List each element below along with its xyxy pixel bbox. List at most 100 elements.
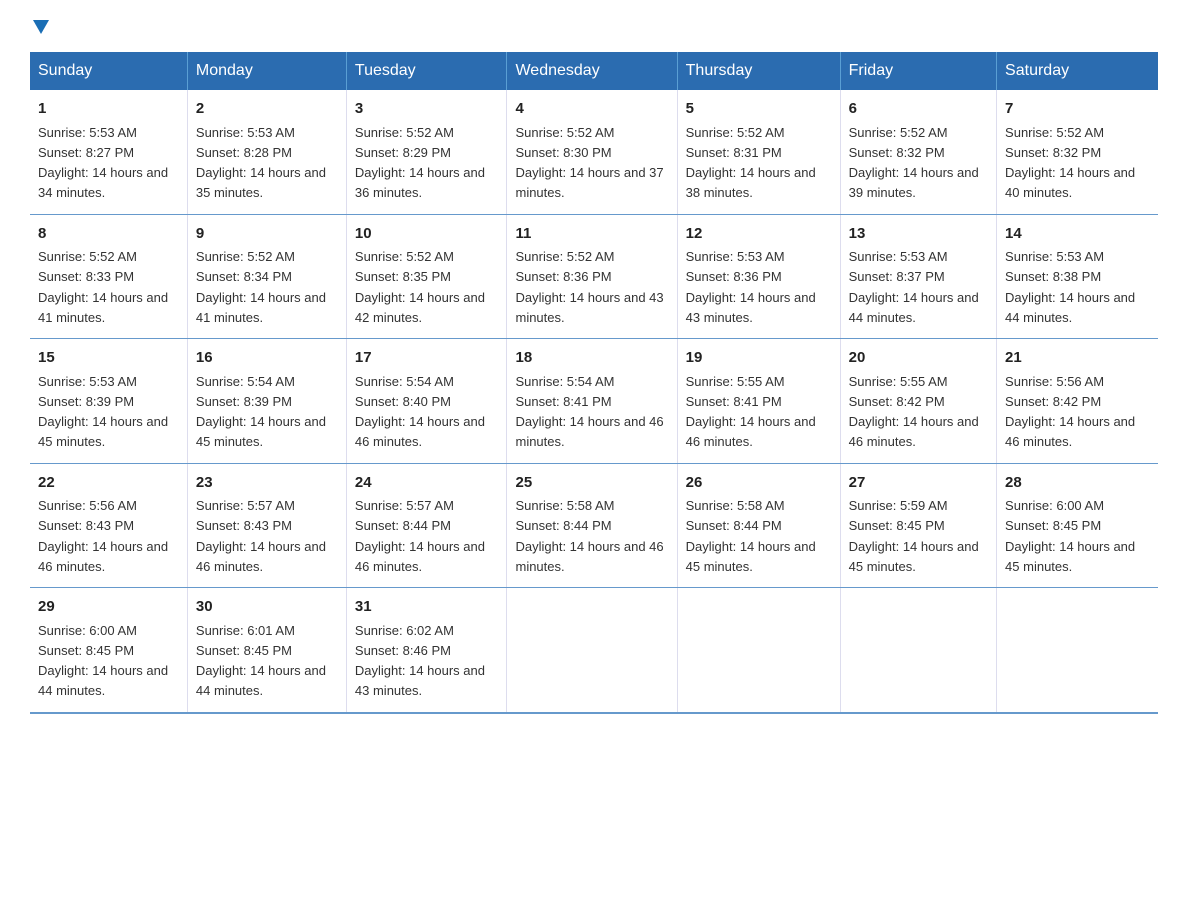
day-number: 22 bbox=[38, 472, 179, 495]
calendar-cell: 30 Sunrise: 6:01 AMSunset: 8:45 PMDayligh… bbox=[187, 588, 346, 713]
day-info: Sunrise: 5:53 AMSunset: 8:27 PMDaylight:… bbox=[38, 125, 168, 201]
day-number: 2 bbox=[196, 98, 338, 121]
calendar-cell: 26 Sunrise: 5:58 AMSunset: 8:44 PMDayligh… bbox=[677, 463, 840, 588]
calendar-cell: 27Sunrise: 5:59 AMSunset: 8:45 PMDayligh… bbox=[840, 463, 996, 588]
day-number: 31 bbox=[355, 596, 499, 619]
day-number: 10 bbox=[355, 223, 499, 246]
calendar-cell: 18 Sunrise: 5:54 AMSunset: 8:41 PMDayligh… bbox=[507, 339, 677, 464]
calendar-cell: 10 Sunrise: 5:52 AMSunset: 8:35 PMDayligh… bbox=[346, 214, 507, 339]
calendar-cell: 24Sunrise: 5:57 AMSunset: 8:44 PMDayligh… bbox=[346, 463, 507, 588]
day-info: Sunrise: 5:54 AMSunset: 8:41 PMDaylight:… bbox=[515, 374, 663, 450]
day-number: 29 bbox=[38, 596, 179, 619]
day-number: 27 bbox=[849, 472, 988, 495]
day-info: Sunrise: 5:56 AMSunset: 8:42 PMDaylight:… bbox=[1005, 374, 1135, 450]
header-day-monday: Monday bbox=[187, 52, 346, 90]
calendar-cell: 4Sunrise: 5:52 AMSunset: 8:30 PMDaylight… bbox=[507, 90, 677, 214]
header-day-friday: Friday bbox=[840, 52, 996, 90]
calendar-cell: 12 Sunrise: 5:53 AMSunset: 8:36 PMDayligh… bbox=[677, 214, 840, 339]
calendar-cell: 25 Sunrise: 5:58 AMSunset: 8:44 PMDayligh… bbox=[507, 463, 677, 588]
day-number: 11 bbox=[515, 223, 668, 246]
header-day-tuesday: Tuesday bbox=[346, 52, 507, 90]
day-info: Sunrise: 5:53 AMSunset: 8:39 PMDaylight:… bbox=[38, 374, 168, 450]
day-number: 5 bbox=[686, 98, 832, 121]
calendar-cell: 17 Sunrise: 5:54 AMSunset: 8:40 PMDayligh… bbox=[346, 339, 507, 464]
day-info: Sunrise: 5:53 AMSunset: 8:36 PMDaylight:… bbox=[686, 249, 816, 325]
calendar-week-5: 29 Sunrise: 6:00 AMSunset: 8:45 PMDayligh… bbox=[30, 588, 1158, 713]
calendar-cell: 7Sunrise: 5:52 AMSunset: 8:32 PMDaylight… bbox=[997, 90, 1158, 214]
day-info: Sunrise: 6:02 AMSunset: 8:46 PMDaylight:… bbox=[355, 623, 485, 699]
calendar-cell: 31 Sunrise: 6:02 AMSunset: 8:46 PMDayligh… bbox=[346, 588, 507, 713]
header-day-saturday: Saturday bbox=[997, 52, 1158, 90]
calendar-week-4: 22 Sunrise: 5:56 AMSunset: 8:43 PMDayligh… bbox=[30, 463, 1158, 588]
day-info: Sunrise: 5:52 AMSunset: 8:29 PMDaylight:… bbox=[355, 125, 485, 201]
calendar-cell: 9 Sunrise: 5:52 AMSunset: 8:34 PMDaylight… bbox=[187, 214, 346, 339]
day-number: 4 bbox=[515, 98, 668, 121]
calendar-cell bbox=[997, 588, 1158, 713]
day-info: Sunrise: 6:01 AMSunset: 8:45 PMDaylight:… bbox=[196, 623, 326, 699]
logo bbox=[30, 20, 49, 34]
day-number: 6 bbox=[849, 98, 988, 121]
day-info: Sunrise: 5:52 AMSunset: 8:33 PMDaylight:… bbox=[38, 249, 168, 325]
day-number: 28 bbox=[1005, 472, 1150, 495]
calendar-cell: 6 Sunrise: 5:52 AMSunset: 8:32 PMDaylight… bbox=[840, 90, 996, 214]
calendar-cell: 22 Sunrise: 5:56 AMSunset: 8:43 PMDayligh… bbox=[30, 463, 187, 588]
calendar-body: 1Sunrise: 5:53 AMSunset: 8:27 PMDaylight… bbox=[30, 90, 1158, 713]
day-info: Sunrise: 5:56 AMSunset: 8:43 PMDaylight:… bbox=[38, 498, 168, 574]
day-info: Sunrise: 5:58 AMSunset: 8:44 PMDaylight:… bbox=[515, 498, 663, 574]
day-number: 3 bbox=[355, 98, 499, 121]
header-row: SundayMondayTuesdayWednesdayThursdayFrid… bbox=[30, 52, 1158, 90]
calendar-cell: 14Sunrise: 5:53 AMSunset: 8:38 PMDayligh… bbox=[997, 214, 1158, 339]
day-info: Sunrise: 5:52 AMSunset: 8:34 PMDaylight:… bbox=[196, 249, 326, 325]
day-number: 30 bbox=[196, 596, 338, 619]
day-number: 16 bbox=[196, 347, 338, 370]
day-info: Sunrise: 5:54 AMSunset: 8:40 PMDaylight:… bbox=[355, 374, 485, 450]
day-info: Sunrise: 5:53 AMSunset: 8:37 PMDaylight:… bbox=[849, 249, 979, 325]
calendar-cell: 8Sunrise: 5:52 AMSunset: 8:33 PMDaylight… bbox=[30, 214, 187, 339]
day-number: 17 bbox=[355, 347, 499, 370]
day-info: Sunrise: 5:54 AMSunset: 8:39 PMDaylight:… bbox=[196, 374, 326, 450]
day-info: Sunrise: 5:58 AMSunset: 8:44 PMDaylight:… bbox=[686, 498, 816, 574]
day-number: 25 bbox=[515, 472, 668, 495]
day-number: 20 bbox=[849, 347, 988, 370]
calendar-cell: 20 Sunrise: 5:55 AMSunset: 8:42 PMDayligh… bbox=[840, 339, 996, 464]
day-info: Sunrise: 5:57 AMSunset: 8:44 PMDaylight:… bbox=[355, 498, 485, 574]
calendar-cell: 1Sunrise: 5:53 AMSunset: 8:27 PMDaylight… bbox=[30, 90, 187, 214]
logo-triangle-icon bbox=[33, 20, 49, 34]
calendar-cell bbox=[840, 588, 996, 713]
day-number: 7 bbox=[1005, 98, 1150, 121]
day-info: Sunrise: 5:53 AMSunset: 8:38 PMDaylight:… bbox=[1005, 249, 1135, 325]
day-number: 13 bbox=[849, 223, 988, 246]
day-number: 12 bbox=[686, 223, 832, 246]
day-number: 9 bbox=[196, 223, 338, 246]
day-number: 21 bbox=[1005, 347, 1150, 370]
day-number: 19 bbox=[686, 347, 832, 370]
calendar-cell: 19 Sunrise: 5:55 AMSunset: 8:41 PMDayligh… bbox=[677, 339, 840, 464]
calendar-cell bbox=[507, 588, 677, 713]
calendar-table: SundayMondayTuesdayWednesdayThursdayFrid… bbox=[30, 52, 1158, 714]
day-info: Sunrise: 5:52 AMSunset: 8:36 PMDaylight:… bbox=[515, 249, 663, 325]
calendar-week-1: 1Sunrise: 5:53 AMSunset: 8:27 PMDaylight… bbox=[30, 90, 1158, 214]
calendar-cell: 29 Sunrise: 6:00 AMSunset: 8:45 PMDayligh… bbox=[30, 588, 187, 713]
calendar-cell: 23 Sunrise: 5:57 AMSunset: 8:43 PMDayligh… bbox=[187, 463, 346, 588]
calendar-header: SundayMondayTuesdayWednesdayThursdayFrid… bbox=[30, 52, 1158, 90]
day-info: Sunrise: 6:00 AMSunset: 8:45 PMDaylight:… bbox=[38, 623, 168, 699]
calendar-cell: 13 Sunrise: 5:53 AMSunset: 8:37 PMDayligh… bbox=[840, 214, 996, 339]
day-info: Sunrise: 5:53 AMSunset: 8:28 PMDaylight:… bbox=[196, 125, 326, 201]
calendar-cell: 2 Sunrise: 5:53 AMSunset: 8:28 PMDaylight… bbox=[187, 90, 346, 214]
day-number: 15 bbox=[38, 347, 179, 370]
day-number: 23 bbox=[196, 472, 338, 495]
page-header bbox=[30, 20, 1158, 34]
calendar-cell: 3 Sunrise: 5:52 AMSunset: 8:29 PMDaylight… bbox=[346, 90, 507, 214]
calendar-cell: 11 Sunrise: 5:52 AMSunset: 8:36 PMDayligh… bbox=[507, 214, 677, 339]
calendar-cell: 16 Sunrise: 5:54 AMSunset: 8:39 PMDayligh… bbox=[187, 339, 346, 464]
day-info: Sunrise: 5:52 AMSunset: 8:32 PMDaylight:… bbox=[849, 125, 979, 201]
calendar-week-2: 8Sunrise: 5:52 AMSunset: 8:33 PMDaylight… bbox=[30, 214, 1158, 339]
day-info: Sunrise: 5:52 AMSunset: 8:35 PMDaylight:… bbox=[355, 249, 485, 325]
day-info: Sunrise: 5:55 AMSunset: 8:42 PMDaylight:… bbox=[849, 374, 979, 450]
day-info: Sunrise: 5:57 AMSunset: 8:43 PMDaylight:… bbox=[196, 498, 326, 574]
calendar-cell bbox=[677, 588, 840, 713]
day-number: 26 bbox=[686, 472, 832, 495]
day-info: Sunrise: 6:00 AMSunset: 8:45 PMDaylight:… bbox=[1005, 498, 1135, 574]
day-number: 18 bbox=[515, 347, 668, 370]
day-info: Sunrise: 5:55 AMSunset: 8:41 PMDaylight:… bbox=[686, 374, 816, 450]
